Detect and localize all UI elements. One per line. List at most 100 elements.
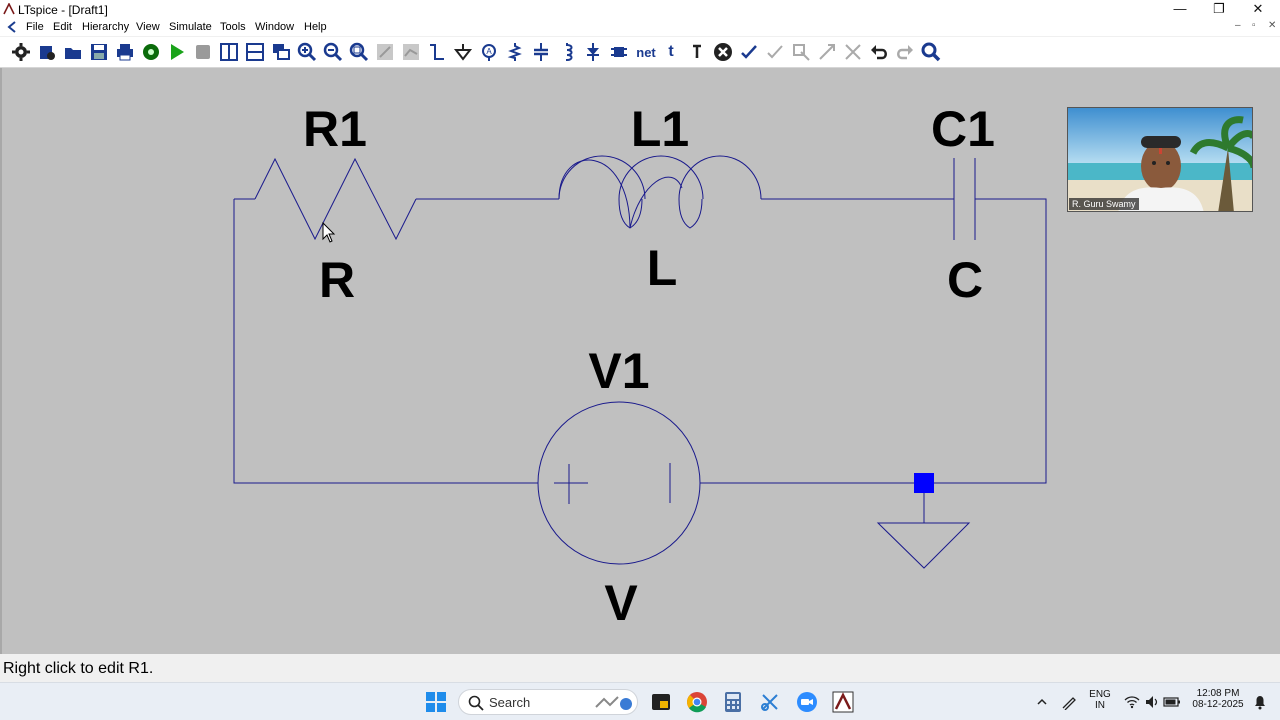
text-button[interactable]: t bbox=[660, 41, 682, 63]
search-placeholder: Search bbox=[489, 695, 531, 710]
language-code: ENG bbox=[1089, 689, 1111, 700]
net-name-button[interactable]: net bbox=[634, 41, 658, 63]
participant-name-badge: R. Guru Swamy bbox=[1069, 198, 1139, 210]
menu-file[interactable]: File bbox=[26, 21, 44, 33]
windows-start-icon[interactable] bbox=[423, 690, 449, 714]
c1-ref-label[interactable]: C1 bbox=[931, 101, 995, 157]
wire-icon[interactable] bbox=[426, 41, 448, 63]
tile-horizontal-icon[interactable] bbox=[244, 41, 266, 63]
menu-window[interactable]: Window bbox=[255, 21, 294, 33]
clock[interactable]: 12:08 PM 08-12-2025 bbox=[1186, 688, 1250, 710]
mirror-icon[interactable] bbox=[816, 41, 838, 63]
spice-directive-icon[interactable]: . bbox=[686, 41, 708, 63]
snipping-tool-icon[interactable] bbox=[757, 690, 783, 714]
window-title: LTspice - [Draft1] bbox=[18, 3, 108, 17]
clock-date: 08-12-2025 bbox=[1192, 699, 1244, 710]
delete-icon[interactable] bbox=[712, 41, 734, 63]
pen-tray-icon[interactable] bbox=[1056, 690, 1082, 714]
language-indicator[interactable]: ENG IN bbox=[1088, 689, 1112, 711]
ltspice-app-icon bbox=[3, 2, 15, 18]
inductor-r1-coil-a bbox=[558, 159, 683, 229]
r1-ref-label[interactable]: R1 bbox=[303, 101, 367, 157]
notification-bell-icon[interactable] bbox=[1247, 690, 1273, 714]
inductor-l1-loop-2 bbox=[618, 155, 704, 200]
tray-chevron-up-icon[interactable] bbox=[1029, 690, 1055, 714]
toolbar: A net t . bbox=[0, 37, 1280, 68]
inductor-l1-loop-1 bbox=[558, 155, 646, 200]
drag-icon[interactable] bbox=[790, 41, 812, 63]
l1-value-label[interactable]: L bbox=[647, 240, 678, 296]
menu-view[interactable]: View bbox=[136, 21, 160, 33]
inductor-l1-loop-3 bbox=[678, 155, 762, 200]
doc-icon[interactable] bbox=[6, 21, 18, 36]
ground-icon[interactable] bbox=[452, 41, 474, 63]
mouse-cursor-icon bbox=[322, 221, 336, 243]
open-folder-icon[interactable] bbox=[62, 41, 84, 63]
v1-value-label[interactable]: V bbox=[604, 575, 638, 631]
wire-right bbox=[700, 198, 1047, 484]
zoom-out-icon[interactable] bbox=[322, 41, 344, 63]
cascade-icon[interactable] bbox=[270, 41, 292, 63]
chrome-icon[interactable] bbox=[684, 690, 710, 714]
inductor-icon[interactable] bbox=[556, 41, 578, 63]
zoom-fit-icon[interactable] bbox=[348, 41, 370, 63]
menu-hierarchy[interactable]: Hierarchy bbox=[82, 21, 129, 33]
capacitor-icon[interactable] bbox=[530, 41, 552, 63]
l1-ref-label[interactable]: L1 bbox=[631, 101, 689, 157]
component-icon[interactable] bbox=[608, 41, 630, 63]
control-panel-icon[interactable] bbox=[140, 41, 162, 63]
status-text: Right click to edit R1. bbox=[3, 660, 154, 677]
maximize-button[interactable]: ❐ bbox=[1204, 1, 1234, 17]
label-net-icon[interactable]: A bbox=[478, 41, 500, 63]
save-icon[interactable] bbox=[88, 41, 110, 63]
search-highlight-icon bbox=[595, 696, 632, 710]
settings-gear-icon[interactable] bbox=[10, 41, 32, 63]
minimize-button[interactable]: — bbox=[1165, 1, 1195, 16]
svg-text:A: A bbox=[486, 47, 492, 56]
menu-bar: File Edit Hierarchy View Simulate Tools … bbox=[0, 20, 1280, 36]
video-overlay: R. Guru Swamy bbox=[1067, 107, 1253, 212]
menu-help[interactable]: Help bbox=[304, 21, 327, 33]
menu-tools[interactable]: Tools bbox=[220, 21, 246, 33]
ground-symbol[interactable] bbox=[876, 522, 971, 569]
mdi-restore-button[interactable]: ▫ bbox=[1252, 20, 1256, 31]
clock-time: 12:08 PM bbox=[1196, 688, 1240, 699]
menu-simulate[interactable]: Simulate bbox=[169, 21, 212, 33]
view-graph-icon[interactable] bbox=[400, 41, 422, 63]
print-icon[interactable] bbox=[114, 41, 136, 63]
resistor-icon[interactable] bbox=[504, 41, 526, 63]
mdi-close-button[interactable]: ✕ bbox=[1268, 20, 1276, 31]
run-icon[interactable] bbox=[166, 41, 188, 63]
search-icon bbox=[468, 695, 484, 711]
close-button[interactable]: ✕ bbox=[1243, 1, 1273, 17]
duplicate-icon[interactable] bbox=[738, 41, 760, 63]
battery-icon[interactable] bbox=[1159, 690, 1185, 714]
tile-vertical-icon[interactable] bbox=[218, 41, 240, 63]
resistor-r1-symbol[interactable] bbox=[254, 157, 417, 241]
undo-icon[interactable] bbox=[868, 41, 890, 63]
zoom-app-icon[interactable] bbox=[794, 690, 820, 714]
status-bar: Right click to edit R1. bbox=[0, 654, 1280, 682]
wire-left bbox=[233, 199, 538, 484]
menu-edit[interactable]: Edit bbox=[53, 21, 72, 33]
rotate-icon[interactable] bbox=[842, 41, 864, 63]
new-schematic-icon[interactable] bbox=[36, 41, 58, 63]
inductor-l1-inner-2 bbox=[678, 198, 703, 229]
halt-icon[interactable] bbox=[192, 41, 214, 63]
pinned-app-icon[interactable] bbox=[648, 690, 674, 714]
junction-node[interactable] bbox=[914, 473, 934, 493]
v1-ref-label[interactable]: V1 bbox=[588, 343, 649, 399]
find-icon[interactable] bbox=[920, 41, 942, 63]
calculator-icon[interactable] bbox=[720, 690, 746, 714]
mdi-minimize-button[interactable]: – bbox=[1235, 20, 1241, 31]
redo-icon[interactable] bbox=[894, 41, 916, 63]
autorange-icon[interactable] bbox=[374, 41, 396, 63]
c1-value-label[interactable]: C bbox=[947, 252, 983, 308]
zoom-in-icon[interactable] bbox=[296, 41, 318, 63]
move-icon[interactable] bbox=[764, 41, 786, 63]
r1-value-label[interactable]: R bbox=[319, 252, 355, 308]
webcam-feed-image bbox=[1068, 108, 1252, 211]
ltspice-taskbar-icon[interactable] bbox=[830, 690, 856, 714]
taskbar-search[interactable]: Search bbox=[458, 689, 638, 715]
diode-icon[interactable] bbox=[582, 41, 604, 63]
